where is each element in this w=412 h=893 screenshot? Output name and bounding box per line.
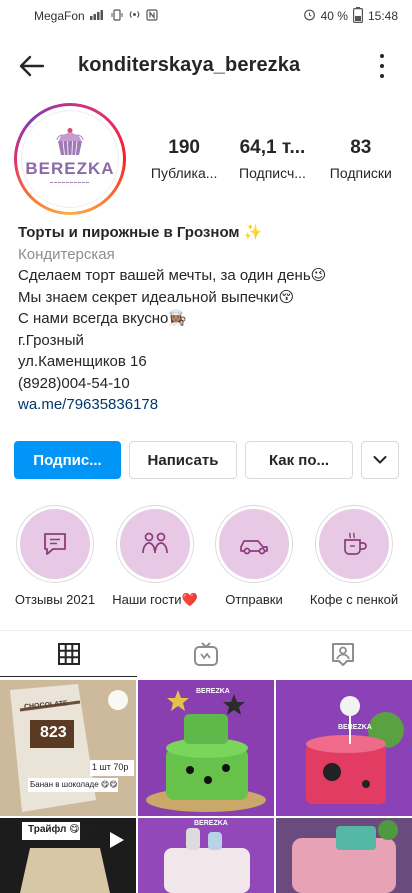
post-thumbnail[interactable]: BEREZKA (138, 680, 274, 816)
arrow-left-icon[interactable] (18, 52, 46, 80)
tagged-user-icon (331, 643, 354, 666)
tab-igtv[interactable] (137, 631, 274, 677)
story-highlights: Отзывы 2021 Наши гости❤️ Отправки Кофе с… (0, 505, 412, 615)
highlight-label: Наши гости❤️ (112, 592, 198, 607)
bio-address[interactable]: ул.Каменщиков 16 (18, 351, 398, 373)
highlight-label: Отзывы 2021 (14, 592, 96, 607)
post-image (0, 680, 136, 816)
battery-icon (352, 6, 363, 26)
bio-phone[interactable]: (8928)004-54-10 (18, 373, 398, 395)
status-right: 40 % 15:48 (303, 6, 398, 26)
post-chocolate-number: 823 (40, 724, 67, 741)
tab-tagged[interactable] (274, 631, 411, 677)
vibrate-icon (111, 8, 123, 24)
bio-link[interactable]: wa.me/79635836178 (18, 394, 398, 416)
highlight-label: Кофе с пенкой (309, 592, 399, 607)
nfc-icon (146, 8, 158, 24)
contact-button[interactable]: Как по... (245, 441, 353, 479)
post-price-overlay: 1 шт 70р (92, 762, 129, 772)
cupcake-logo-icon (56, 127, 84, 155)
suggested-accounts-button[interactable] (361, 441, 399, 479)
stat-following-value: 83 (350, 137, 372, 158)
hotspot-icon (128, 8, 141, 24)
bio-line-2: Мы знаем секрет идеальной выпечки (18, 288, 279, 306)
avatar-story-ring[interactable]: BEREZKA ━━━━━━━━━━ (14, 103, 126, 215)
stat-posts[interactable]: 190 Публика... (141, 137, 227, 181)
post-image (138, 680, 274, 816)
post-brand-text: BEREZKA (338, 724, 372, 731)
stat-following[interactable]: 83 Подписки (318, 137, 404, 181)
cook-emoji: 👩🏽‍🍳 (168, 310, 188, 327)
chevron-down-icon (373, 456, 387, 464)
highlight-deliveries[interactable]: Отправки (211, 505, 297, 607)
post-thumbnail[interactable]: 823 CHOCOLATE 1 шт 70р Банан в шоколаде … (0, 680, 136, 816)
status-left: MegaFon (34, 8, 158, 24)
bio-city: г.Грозный (18, 331, 84, 349)
profile-stats: 190 Публика... 64,1 т... Подписч... 83 П… (140, 137, 405, 181)
status-bar: MegaFon 40 % 15:48 (0, 0, 412, 32)
post-caption-overlay: Трайфл 😋😋 (28, 824, 91, 835)
avatar-logo-underline: ━━━━━━━━━━ (49, 179, 91, 186)
carrier-label: MegaFon (34, 9, 85, 23)
clock-time: 15:48 (367, 9, 398, 23)
avatar: BEREZKA ━━━━━━━━━━ (21, 110, 119, 208)
kiss-emoji: 😚 (278, 288, 295, 306)
post-brand-text: BEREZKA (194, 820, 228, 827)
message-icon (44, 533, 66, 555)
profile-bio: Торты и пирожные в Грозном ✨ Кондитерска… (18, 222, 398, 416)
stat-followers[interactable]: 64,1 т... Подписч... (229, 137, 315, 181)
stat-posts-label: Публика... (150, 165, 218, 181)
profile-category: Кондитерская (18, 245, 115, 263)
bio-line-3: С нами всегда вкусно (18, 310, 169, 327)
battery-percent: 40 % (320, 9, 348, 23)
car-icon (240, 540, 268, 555)
post-image (276, 818, 412, 893)
stat-following-label: Подписки (329, 165, 392, 181)
profile-display-name: Торты и пирожные в Грозном (18, 224, 240, 241)
highlight-coffee[interactable]: Кофе с пенкой (309, 505, 399, 607)
post-thumbnail[interactable]: BEREZKA (138, 818, 274, 893)
follow-button[interactable]: Подпис... (14, 441, 121, 479)
stat-followers-value: 64,1 т... (239, 137, 306, 158)
tab-grid[interactable] (0, 631, 137, 677)
coffee-cup-icon (344, 532, 367, 555)
stat-followers-label: Подписч... (239, 165, 306, 181)
igtv-icon (193, 642, 218, 666)
profile-actions: Подпис... Написать Как по... (14, 441, 399, 481)
posts-grid: 823 CHOCOLATE 1 шт 70р Банан в шоколаде … (0, 680, 412, 893)
message-button[interactable]: Написать (129, 441, 237, 479)
post-thumbnail[interactable] (276, 818, 412, 893)
avatar-logo-text: BEREZKA (25, 158, 115, 178)
signal-icon (89, 9, 106, 23)
post-thumbnail[interactable]: BEREZKA (276, 680, 412, 816)
post-brand-text: BEREZKA (196, 688, 230, 695)
bio-line-1: Сделаем торт вашей мечты, за один день (18, 267, 311, 284)
stat-posts-value: 190 (168, 137, 200, 158)
sparkles-emoji: ✨ (243, 224, 263, 241)
highlight-reviews[interactable]: Отзывы 2021 (12, 505, 98, 607)
post-image (138, 818, 274, 893)
highlight-guests[interactable]: Наши гости❤️ (112, 505, 198, 608)
alarm-icon (303, 8, 316, 24)
grid-icon (57, 642, 80, 665)
post-caption-overlay: Банан в шоколаде 😋😋 (30, 780, 118, 789)
wink-emoji: 😉 (310, 267, 327, 284)
post-image (276, 680, 412, 816)
profile-tabs (0, 630, 412, 677)
profile-username: konditerskaya_berezka (78, 54, 301, 76)
people-icon (142, 532, 168, 554)
post-thumbnail[interactable]: Трайфл 😋😋 (0, 818, 136, 893)
more-vertical-icon[interactable] (378, 54, 386, 78)
top-bar: konditerskaya_berezka (0, 40, 412, 92)
highlight-label: Отправки (225, 592, 283, 607)
